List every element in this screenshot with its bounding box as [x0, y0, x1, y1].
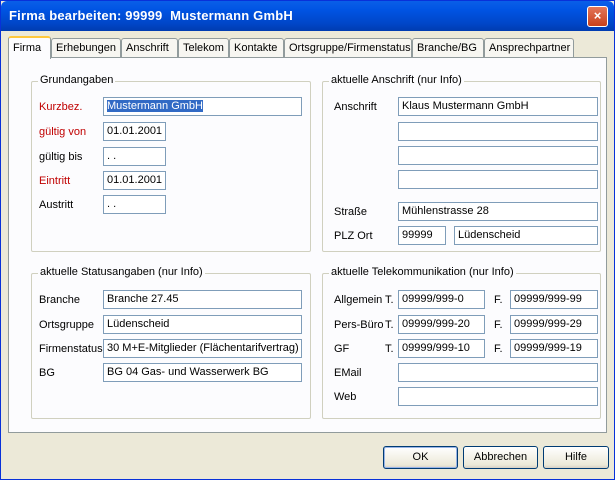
allgemein-label: Allgemein: [334, 294, 383, 306]
strasse-field[interactable]: Mühlenstrasse 28: [398, 202, 598, 221]
branche-field[interactable]: Branche 27.45: [103, 290, 302, 309]
group-title: Grundangaben: [38, 74, 116, 86]
eintritt-label: Eintritt: [39, 175, 71, 187]
anschrift-line3-field[interactable]: [398, 146, 598, 165]
kurzbez-label: Kurzbez.: [39, 101, 83, 113]
firmenstatus-label: Firmenstatus: [39, 343, 103, 355]
tab-panel-firma: Grundangaben Kurzbez. Mustermann GmbH gü…: [8, 57, 607, 433]
gf-t-label: T.: [385, 343, 394, 355]
plz-field[interactable]: 99999: [398, 226, 446, 245]
tab-kontakte[interactable]: Kontakte: [229, 38, 284, 58]
gueltig-von-field[interactable]: 01.01.2001: [103, 122, 166, 141]
persbuero-telefon-field[interactable]: 09999/999-20: [398, 315, 485, 334]
web-label: Web: [334, 391, 357, 403]
dialog-window: Firma bearbeiten: 99999 Mustermann GmbH …: [0, 0, 615, 480]
austritt-field[interactable]: . .: [103, 195, 166, 214]
anschrift-line4-field[interactable]: [398, 170, 598, 189]
email-field[interactable]: [398, 363, 598, 382]
tab-erhebungen[interactable]: Erhebungen: [51, 38, 121, 58]
web-field[interactable]: [398, 387, 598, 406]
allgemein-t-label: T.: [385, 294, 394, 306]
allgemein-telefon-field[interactable]: 09999/999-0: [398, 290, 485, 309]
eintritt-field[interactable]: 01.01.2001: [103, 171, 166, 190]
group-telekommunikation: aktuelle Telekommunikation (nur Info) Al…: [322, 266, 601, 419]
persbuero-label: Pers-Büro: [334, 319, 384, 331]
tab-branche-bg[interactable]: Branche/BG: [412, 38, 484, 58]
group-statusangaben: aktuelle Statusangaben (nur Info) Branch…: [31, 266, 311, 419]
window-title: Firma bearbeiten: 99999 Mustermann GmbH: [9, 8, 293, 23]
gf-label: GF: [334, 343, 350, 355]
abbrechen-button[interactable]: Abbrechen: [463, 446, 538, 469]
group-anschrift: aktuelle Anschrift (nur Info) Anschrift …: [322, 74, 601, 252]
group-title: aktuelle Anschrift (nur Info): [329, 74, 464, 86]
gueltig-bis-field[interactable]: . .: [103, 147, 166, 166]
close-button[interactable]: ×: [587, 6, 608, 27]
group-grundangaben: Grundangaben Kurzbez. Mustermann GmbH gü…: [31, 74, 311, 252]
email-label: EMail: [334, 367, 362, 379]
plz-ort-label: PLZ Ort: [334, 230, 373, 242]
close-icon: ×: [593, 8, 602, 23]
ortsgruppe-field[interactable]: Lüdenscheid: [103, 315, 302, 334]
persbuero-t-label: T.: [385, 319, 394, 331]
allgemein-fax-field[interactable]: 09999/999-99: [510, 290, 598, 309]
tab-ortsgruppe-firmenstatus[interactable]: Ortsgruppe/Firmenstatus: [284, 38, 412, 58]
tab-anschrift[interactable]: Anschrift: [121, 38, 178, 58]
group-title: aktuelle Statusangaben (nur Info): [38, 266, 205, 278]
gf-telefon-field[interactable]: 09999/999-10: [398, 339, 485, 358]
persbuero-fax-field[interactable]: 09999/999-29: [510, 315, 598, 334]
title-bar[interactable]: Firma bearbeiten: 99999 Mustermann GmbH …: [1, 1, 614, 31]
branche-label: Branche: [39, 294, 80, 306]
strasse-label: Straße: [334, 206, 368, 218]
ok-button[interactable]: OK: [383, 446, 458, 469]
hilfe-button[interactable]: Hilfe: [543, 446, 609, 469]
allgemein-f-label: F.: [494, 294, 503, 306]
gf-f-label: F.: [494, 343, 503, 355]
persbuero-f-label: F.: [494, 319, 503, 331]
kurzbez-field[interactable]: Mustermann GmbH: [103, 97, 302, 116]
firmenstatus-field[interactable]: 30 M+E-Mitglieder (Flächentarifvertrag): [103, 339, 302, 358]
tab-firma[interactable]: Firma: [8, 36, 51, 59]
anschrift-line2-field[interactable]: [398, 122, 598, 141]
gueltig-von-label: gültig von: [39, 126, 87, 138]
tab-telekom[interactable]: Telekom: [178, 38, 229, 58]
gf-fax-field[interactable]: 09999/999-19: [510, 339, 598, 358]
austritt-label: Austritt: [39, 199, 74, 211]
group-title: aktuelle Telekommunikation (nur Info): [329, 266, 516, 278]
anschrift-label: Anschrift: [334, 101, 377, 113]
ort-field[interactable]: Lüdenscheid: [454, 226, 598, 245]
anschrift-line1-field[interactable]: Klaus Mustermann GmbH: [398, 97, 598, 116]
gueltig-bis-label: gültig bis: [39, 151, 83, 163]
ortsgruppe-label: Ortsgruppe: [39, 319, 95, 331]
bg-field[interactable]: BG 04 Gas- und Wasserwerk BG: [103, 363, 302, 382]
tab-ansprechpartner[interactable]: Ansprechpartner: [484, 38, 574, 58]
bg-label: BG: [39, 367, 55, 379]
